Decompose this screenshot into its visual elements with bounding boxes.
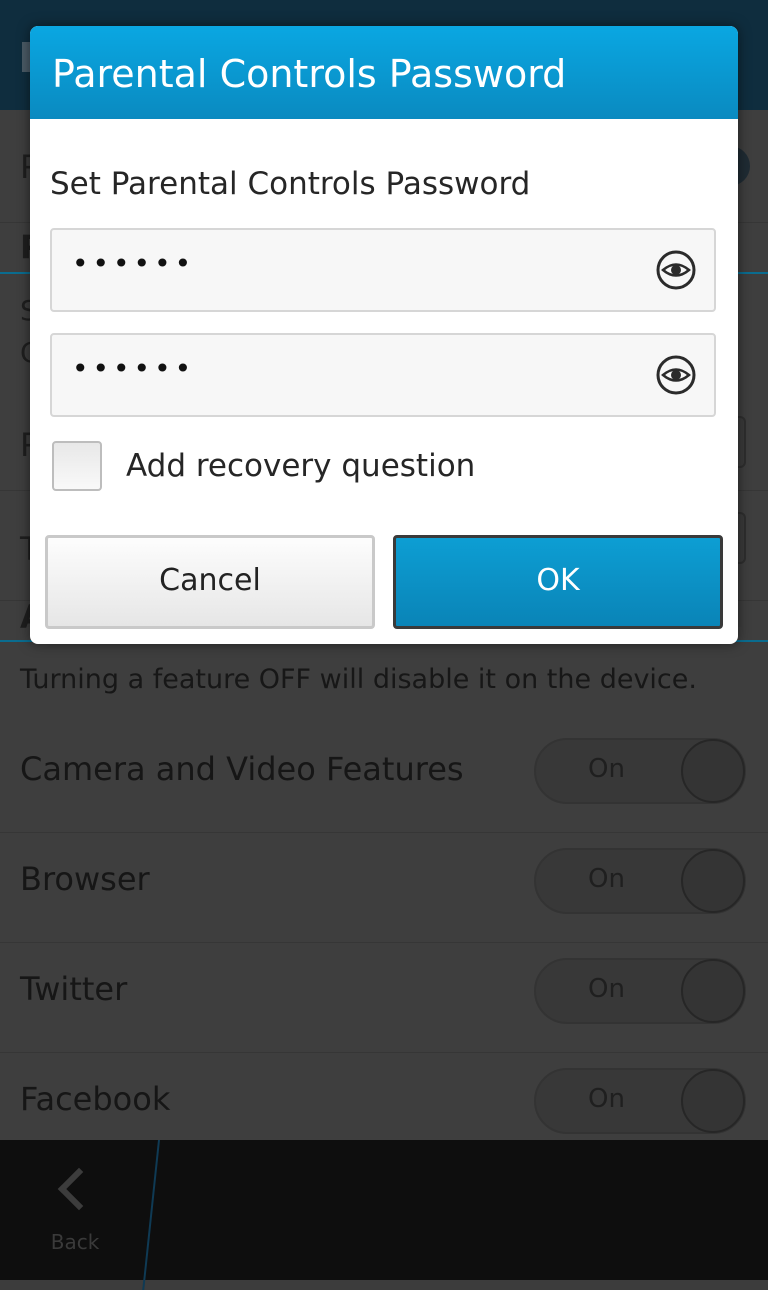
ok-button[interactable]: OK: [393, 535, 723, 629]
feature-label: Camera and Video Features: [20, 750, 464, 788]
eye-icon[interactable]: [656, 355, 696, 395]
cancel-button[interactable]: Cancel: [45, 535, 375, 629]
recovery-question-checkbox[interactable]: [52, 441, 102, 491]
dialog-title-bar: Parental Controls Password: [30, 26, 738, 119]
action-bar-separator: [142, 1140, 160, 1290]
feature-label: Facebook: [20, 1080, 171, 1118]
toggle-knob: [681, 849, 745, 913]
feature-note: Turning a feature OFF will disable it on…: [20, 664, 697, 695]
toggle-knob: [681, 959, 745, 1023]
recovery-question-label[interactable]: Add recovery question: [126, 448, 475, 484]
toggle-state: On: [588, 864, 625, 894]
feature-label: Browser: [20, 860, 150, 898]
chevron-left-icon: [57, 1167, 101, 1211]
feature-row-twitter: Twitter On: [0, 942, 768, 1053]
toggle-state: On: [588, 754, 625, 784]
toggle-knob: [681, 1069, 745, 1133]
feature-row-camera: Camera and Video Features On: [0, 722, 768, 833]
twitter-toggle[interactable]: On: [534, 958, 746, 1024]
action-bar: Back: [0, 1140, 768, 1290]
feature-row-browser: Browser On: [0, 832, 768, 943]
toggle-state: On: [588, 1084, 625, 1114]
toggle-knob: [681, 739, 745, 803]
facebook-toggle[interactable]: On: [534, 1068, 746, 1134]
camera-toggle[interactable]: On: [534, 738, 746, 804]
confirm-password-value: ••••••: [72, 352, 196, 385]
toggle-state: On: [588, 974, 625, 1004]
password-field[interactable]: ••••••: [50, 228, 716, 312]
dialog-title: Parental Controls Password: [52, 52, 567, 96]
browser-toggle[interactable]: On: [534, 848, 746, 914]
eye-icon[interactable]: [656, 250, 696, 290]
dialog-subtitle: Set Parental Controls Password: [50, 166, 531, 202]
feature-label: Twitter: [20, 970, 128, 1008]
back-label: Back: [50, 1230, 100, 1254]
password-dialog: Parental Controls Password Set Parental …: [30, 26, 738, 644]
confirm-password-field[interactable]: ••••••: [50, 333, 716, 417]
password-value: ••••••: [72, 247, 196, 280]
back-button[interactable]: Back: [20, 1160, 130, 1270]
